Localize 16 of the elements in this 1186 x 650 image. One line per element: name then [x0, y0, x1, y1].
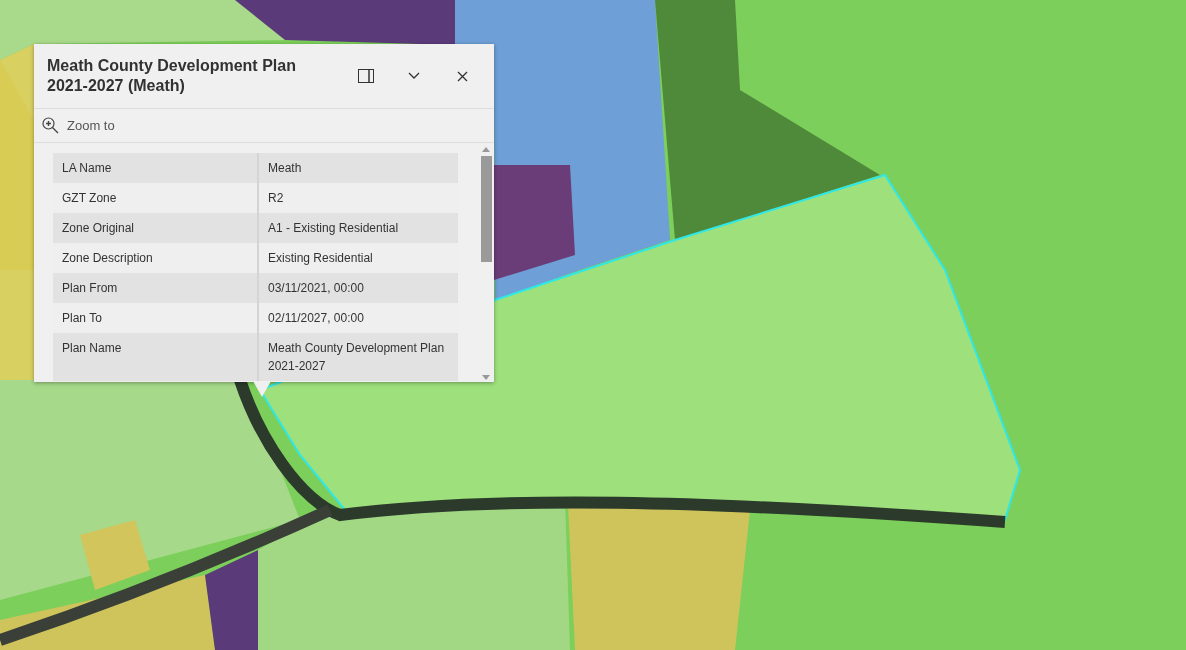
- field-label: Zone Original: [53, 213, 258, 243]
- field-label: Zone Description: [53, 243, 258, 273]
- zoom-to-button[interactable]: Zoom to: [42, 115, 115, 136]
- field-value: Meath: [258, 153, 458, 183]
- field-label: Plan Name: [53, 333, 258, 381]
- field-label: GZT Zone: [53, 183, 258, 213]
- field-value: 02/11/2027, 00:00: [258, 303, 458, 333]
- field-label: Plan To: [53, 303, 258, 333]
- field-value: A1 - Existing Residential: [258, 213, 458, 243]
- field-label: LA Name: [53, 153, 258, 183]
- field-value: R2: [258, 183, 458, 213]
- field-label: Plan From: [53, 273, 258, 303]
- popup-title: Meath County Development Plan 2021-2027 (Meath): [47, 56, 297, 96]
- field-value: Existing Residential: [258, 243, 458, 273]
- field-value: 03/11/2021, 00:00: [258, 273, 458, 303]
- field-value: Meath County Development Plan 2021-2027: [258, 333, 458, 381]
